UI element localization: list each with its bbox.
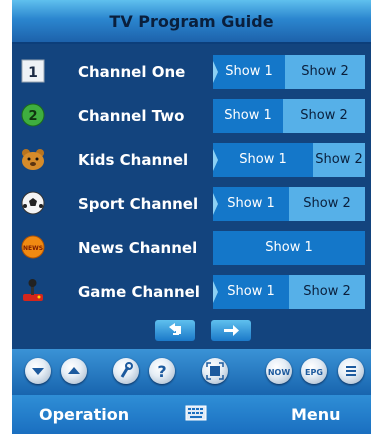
soccer-ball-icon — [20, 190, 46, 216]
chevron-up-icon[interactable] — [61, 358, 87, 384]
chevron-down-icon[interactable] — [25, 358, 51, 384]
list-icon[interactable] — [338, 358, 364, 384]
channel-row[interactable]: 1 Channel One Show 1 Show 2 — [12, 50, 371, 94]
show-strip: Show 1 Show 2 — [213, 55, 365, 89]
channel-row[interactable]: Game Channel Show 1 Show 2 — [12, 270, 371, 314]
epg-label: EPG — [305, 368, 323, 377]
toolbar: ? NOW EPG — [12, 349, 371, 395]
show-cell[interactable]: Show 1 — [213, 55, 285, 89]
epg-icon[interactable]: EPG — [301, 358, 327, 384]
now-icon[interactable]: NOW — [266, 358, 292, 384]
show-cell[interactable]: Show 2 — [289, 187, 365, 221]
show-cell[interactable]: Show 1 — [213, 275, 289, 309]
title-bar: TV Program Guide — [12, 0, 371, 44]
keyboard-icon[interactable] — [185, 405, 207, 423]
operation-softkey[interactable]: Operation — [39, 395, 129, 434]
channel-name: Game Channel — [78, 283, 200, 301]
show-strip: Show 1 — [213, 231, 365, 265]
help-icon[interactable]: ? — [149, 358, 175, 384]
channel-name: Channel One — [78, 63, 186, 81]
back-arrow-button[interactable] — [155, 320, 195, 341]
show-cell[interactable]: Show 1 — [213, 143, 313, 177]
svg-text:?: ? — [157, 362, 166, 381]
tv-guide-screen: TV Program Guide 1 Channel One Show 1 Sh… — [0, 0, 379, 434]
show-strip: Show 1 Show 2 — [213, 187, 365, 221]
show-cell[interactable]: Show 2 — [313, 143, 365, 177]
channel-row[interactable]: Kids Channel Show 1 Show 2 — [12, 138, 371, 182]
svg-text:NEWS: NEWS — [23, 245, 43, 252]
channel-name: News Channel — [78, 239, 198, 257]
softkey-bar: Operation Menu — [12, 395, 371, 434]
news-icon: NEWS — [20, 234, 46, 260]
channel-name: Sport Channel — [78, 195, 199, 213]
show-strip: Show 1 Show 2 — [213, 143, 365, 177]
channel-row[interactable]: Sport Channel Show 1 Show 2 — [12, 182, 371, 226]
fullscreen-icon[interactable] — [202, 358, 228, 384]
show-cell[interactable]: Show 1 — [213, 99, 283, 133]
svg-text:1: 1 — [28, 65, 38, 81]
svg-text:2: 2 — [28, 109, 37, 124]
channel-name: Kids Channel — [78, 151, 189, 169]
forward-arrow-button[interactable] — [211, 320, 251, 341]
show-strip: Show 1 Show 2 — [213, 99, 365, 133]
tools-icon[interactable] — [113, 358, 139, 384]
show-cell[interactable]: Show 1 — [213, 231, 365, 265]
channel-name: Channel Two — [78, 107, 185, 125]
number-one-icon: 1 — [20, 58, 46, 84]
bear-icon — [20, 146, 46, 172]
channel-row[interactable]: NEWS News Channel Show 1 — [12, 226, 371, 270]
number-two-icon: 2 — [20, 102, 46, 128]
show-cell[interactable]: Show 1 — [213, 187, 289, 221]
channel-list: 1 Channel One Show 1 Show 2 2 Channel Tw… — [12, 44, 371, 349]
show-cell[interactable]: Show 2 — [285, 55, 365, 89]
joystick-icon — [20, 278, 46, 304]
now-label: NOW — [267, 368, 291, 377]
show-cell[interactable]: Show 2 — [283, 99, 365, 133]
page-title: TV Program Guide — [109, 11, 274, 31]
show-cell[interactable]: Show 2 — [289, 275, 365, 309]
channel-row[interactable]: 2 Channel Two Show 1 Show 2 — [12, 94, 371, 138]
show-strip: Show 1 Show 2 — [213, 275, 365, 309]
menu-softkey[interactable]: Menu — [291, 395, 341, 434]
